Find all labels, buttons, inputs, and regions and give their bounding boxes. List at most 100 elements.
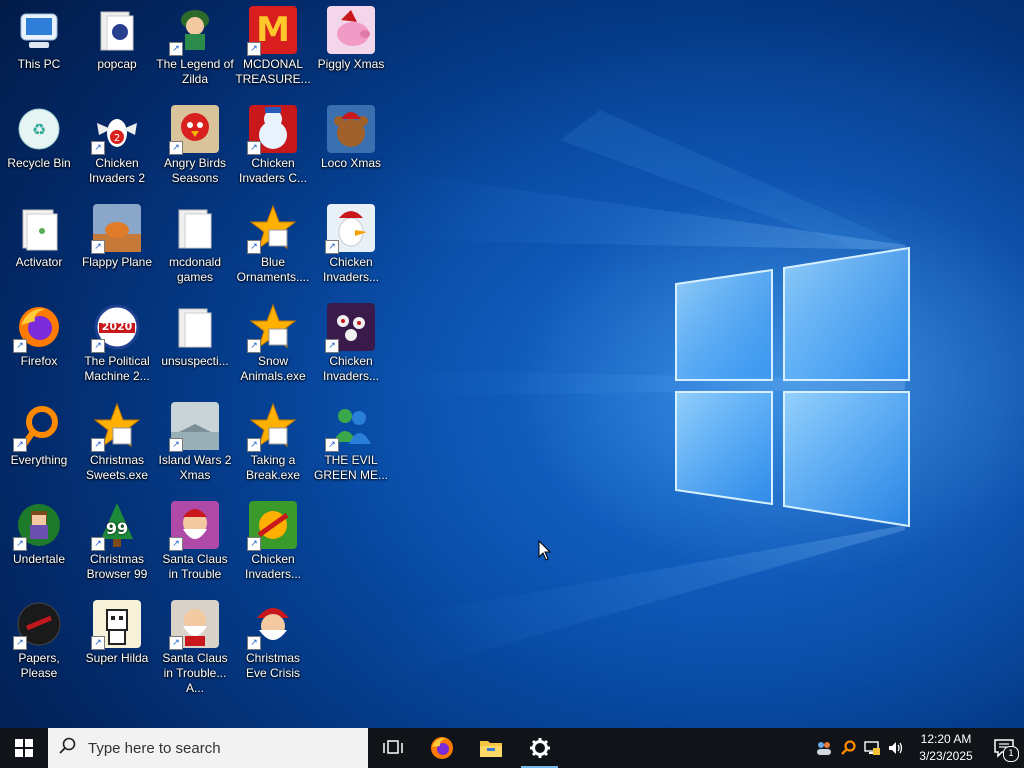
icon-label: Santa Claus in Trouble... A...	[162, 651, 228, 695]
icon-label: Super Hilda	[85, 651, 149, 665]
taskbar-settings-button[interactable]	[515, 728, 564, 768]
icon-label: Activator	[15, 255, 63, 269]
shortcut-arrow-icon: ↗	[325, 438, 339, 452]
folder-icon	[93, 6, 141, 54]
start-button[interactable]	[0, 728, 48, 768]
desktop-icon-unsuspecting[interactable]: unsuspecti...	[156, 297, 234, 369]
icon-label: unsuspecti...	[161, 354, 229, 368]
desktop-icon-christmas-browser[interactable]: 99 ↗ Christmas Browser 99	[78, 495, 156, 582]
icon-label: Piggly Xmas	[317, 57, 385, 71]
volume-icon[interactable]	[884, 728, 908, 768]
desktop-icon-popcap[interactable]: popcap	[78, 0, 156, 72]
firefox-icon: ↗	[13, 303, 63, 353]
icon-label: Island Wars 2 Xmas	[158, 453, 232, 482]
desktop-icon-loco-xmas[interactable]: Loco Xmas	[312, 99, 390, 171]
shortcut-arrow-icon: ↗	[247, 42, 261, 56]
desktop-icon-this-pc[interactable]: This PC	[0, 0, 78, 72]
undertale-icon: ↗	[13, 501, 63, 551]
shortcut-arrow-icon: ↗	[91, 636, 105, 650]
shortcut-arrow-icon: ↗	[13, 636, 27, 650]
desktop-icon-chicken-invaders-4[interactable]: ↗ Chicken Invaders...	[234, 495, 312, 582]
shortcut-arrow-icon: ↗	[169, 537, 183, 551]
desktop-icon-flappy-plane[interactable]: ↗ Flappy Plane	[78, 198, 156, 270]
icon-label: Christmas Browser 99	[86, 552, 148, 581]
tray-everything-icon[interactable]	[836, 728, 860, 768]
desktop-icon-firefox[interactable]: ↗ Firefox	[0, 297, 78, 369]
desktop-icon-political-machine[interactable]: 2020 ↗ The Political Machine 2...	[78, 297, 156, 384]
shortcut-arrow-icon: ↗	[13, 438, 27, 452]
star-character-icon: ↗	[91, 402, 141, 452]
icon-label: Santa Claus in Trouble	[162, 552, 228, 581]
taskbar-file-explorer-button[interactable]	[466, 728, 515, 768]
desktop-icon-taking-a-break[interactable]: ↗ Taking a Break.exe	[234, 396, 312, 483]
icon-label: Recycle Bin	[7, 156, 71, 170]
action-center-button[interactable]: 1	[984, 728, 1024, 768]
desktop-icon-santa-claus-trouble[interactable]: ↗ Santa Claus in Trouble	[156, 495, 234, 582]
desktop-icon-undertale[interactable]: ↗ Undertale	[0, 495, 78, 567]
icon-label: Snow Animals.exe	[240, 354, 306, 383]
desktop-icon-evil-green-messenger[interactable]: ↗ THE EVIL GREEN ME...	[312, 396, 390, 483]
desktop-icon-chicken-invaders-xmas[interactable]: ↗ Chicken Invaders...	[312, 198, 390, 285]
desktop-icon-island-wars[interactable]: ↗ Island Wars 2 Xmas	[156, 396, 234, 483]
icon-label: THE EVIL GREEN ME...	[313, 453, 388, 482]
snowman-icon: ↗	[247, 105, 297, 155]
desktop-icon-snow-animals[interactable]: ↗ Snow Animals.exe	[234, 297, 312, 384]
shortcut-arrow-icon: ↗	[169, 141, 183, 155]
icon-label: The Legend of Zilda	[156, 57, 234, 86]
desktop-icon-super-hilda[interactable]: ↗ Super Hilda	[78, 594, 156, 666]
star-character-icon: ↗	[247, 204, 297, 254]
star-character-icon: ↗	[247, 303, 297, 353]
search-icon	[48, 737, 88, 759]
taskbar-firefox-button[interactable]	[417, 728, 466, 768]
network-icon[interactable]	[860, 728, 884, 768]
desktop-icon-chicken-invaders-2[interactable]: 2 ↗ Chicken Invaders 2	[78, 99, 156, 186]
desktop-icon-christmas-sweets[interactable]: ↗ Christmas Sweets.exe	[78, 396, 156, 483]
desktop-icon-piggly-xmas[interactable]: Piggly Xmas	[312, 0, 390, 72]
angry-birds-icon: ↗	[169, 105, 219, 155]
folder-icon	[15, 204, 63, 252]
desktop-icon-recycle-bin[interactable]: ♻ Recycle Bin	[0, 99, 78, 171]
shortcut-arrow-icon: ↗	[91, 438, 105, 452]
chicken-invaders-icon: ↗	[325, 303, 375, 353]
desktop-icon-everything[interactable]: ↗ Everything	[0, 396, 78, 468]
desktop-icon-blue-ornaments[interactable]: ↗ Blue Ornaments....	[234, 198, 312, 285]
icon-label: mcdonald games	[168, 255, 222, 284]
chicken-invaders-icon: ↗	[247, 501, 297, 551]
icon-label: Papers, Please	[18, 651, 60, 680]
icon-label: Chicken Invaders...	[322, 255, 380, 284]
browser-badge-text: 99	[105, 519, 129, 538]
shortcut-arrow-icon: ↗	[247, 339, 261, 353]
icon-label: Christmas Eve Crisis	[245, 651, 300, 680]
island-wars-icon: ↗	[169, 402, 219, 452]
shortcut-arrow-icon: ↗	[247, 537, 261, 551]
santa-icon: ↗	[169, 501, 219, 551]
desktop-icon-legend-of-zilda[interactable]: ↗ The Legend of Zilda	[156, 0, 234, 87]
desktop-icon-mcdonald-games[interactable]: mcdonald games	[156, 198, 234, 285]
task-view-button[interactable]	[368, 728, 417, 768]
shortcut-arrow-icon: ↗	[169, 42, 183, 56]
icon-label: Flappy Plane	[81, 255, 153, 269]
shortcut-arrow-icon: ↗	[91, 141, 105, 155]
desktop-icon-activator[interactable]: Activator	[0, 198, 78, 270]
icon-label: Christmas Sweets.exe	[85, 453, 149, 482]
mcdonalds-icon: M ↗	[247, 6, 297, 56]
icon-label: Angry Birds Seasons	[163, 156, 227, 185]
super-hilda-icon: ↗	[91, 600, 141, 650]
tray-people-icon[interactable]	[812, 728, 836, 768]
desktop-icon-santa-claus-trouble-a[interactable]: ↗ Santa Claus in Trouble... A...	[156, 594, 234, 696]
shortcut-arrow-icon: ↗	[13, 537, 27, 551]
desktop-icon-mcdonal-treasure[interactable]: M ↗ MCDONAL TREASURE...	[234, 0, 312, 87]
search-box[interactable]: Type here to search	[48, 728, 368, 768]
desktop-icon-christmas-eve-crisis[interactable]: ↗ Christmas Eve Crisis	[234, 594, 312, 681]
icon-label: Firefox	[20, 354, 58, 368]
teddy-bear-icon	[327, 105, 375, 153]
desktop-icon-papers-please[interactable]: ↗ Papers, Please	[0, 594, 78, 681]
flappy-plane-icon: ↗	[91, 204, 141, 254]
shortcut-arrow-icon: ↗	[13, 339, 27, 353]
icon-label: The Political Machine 2...	[84, 354, 150, 383]
desktop-icon-angry-birds[interactable]: ↗ Angry Birds Seasons	[156, 99, 234, 186]
computer-icon	[15, 6, 63, 54]
clock[interactable]: 12:20 AM 3/23/2025	[912, 731, 980, 765]
desktop-icon-chicken-invaders-c[interactable]: ↗ Chicken Invaders C...	[234, 99, 312, 186]
desktop-icon-chicken-invaders-eggs[interactable]: ↗ Chicken Invaders...	[312, 297, 390, 384]
